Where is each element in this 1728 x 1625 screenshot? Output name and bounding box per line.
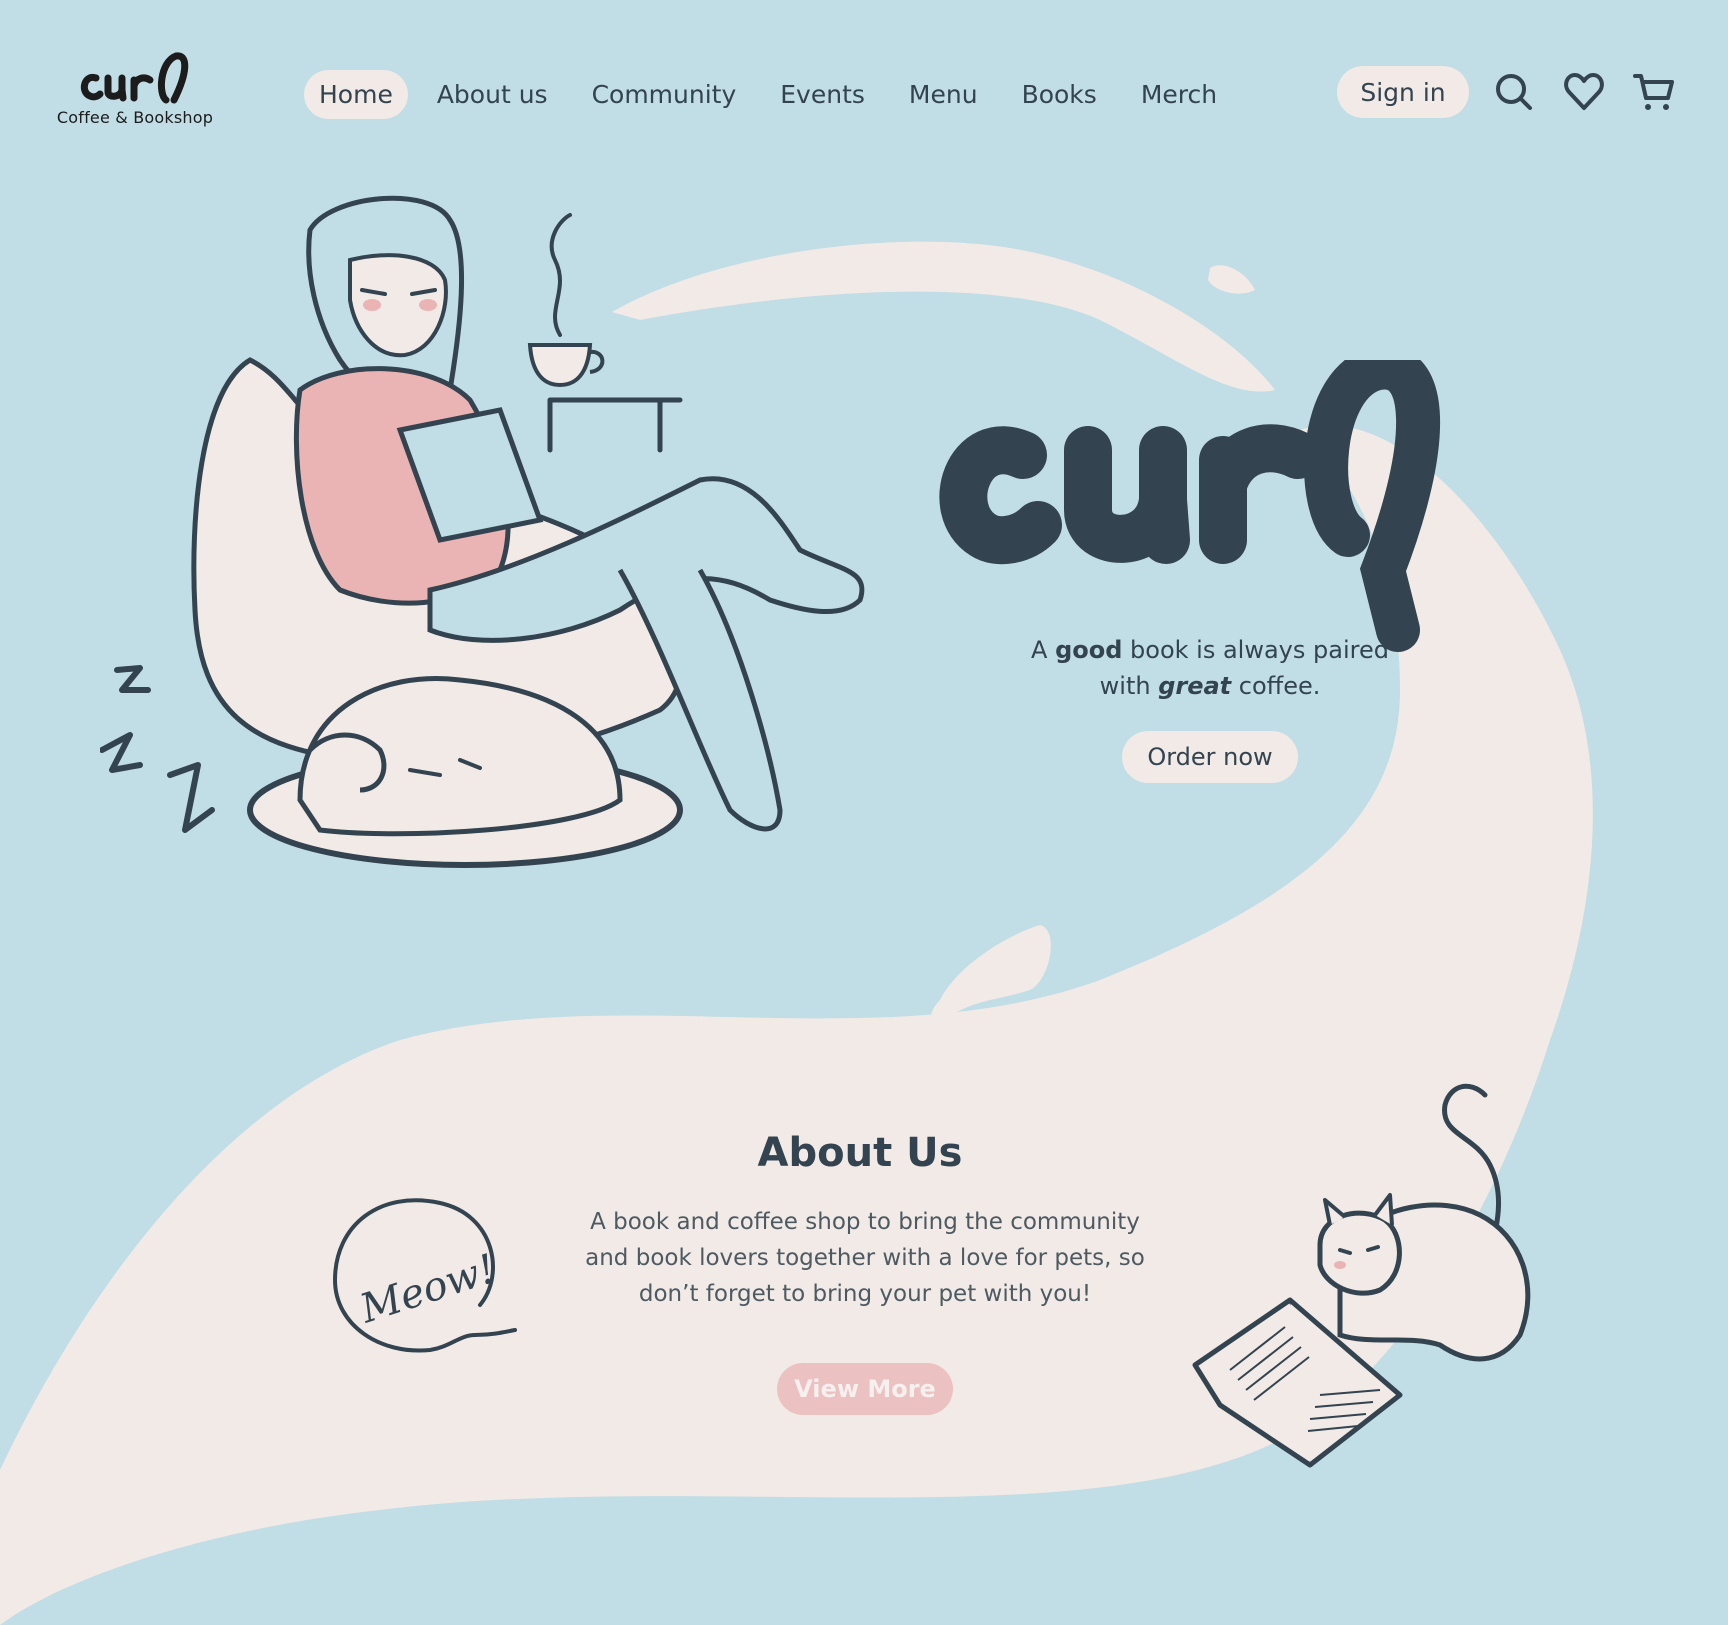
nav-item-about-us[interactable]: About us <box>422 70 563 119</box>
about-title: About Us <box>757 1130 963 1176</box>
hero-title <box>939 360 1441 652</box>
view-more-button[interactable]: View More <box>777 1363 953 1415</box>
brand-logo[interactable]: Coffee & Bookshop <box>55 48 215 127</box>
main-nav: Home About us Community Events Menu Book… <box>304 70 1232 119</box>
nav-item-books[interactable]: Books <box>1007 70 1112 119</box>
logo-wordmark <box>80 52 189 104</box>
cat-with-book-illustration <box>1192 1083 1531 1468</box>
search-button[interactable] <box>1492 70 1536 114</box>
nav-item-community[interactable]: Community <box>577 70 752 119</box>
cart-icon <box>1633 74 1674 110</box>
nav-item-home[interactable]: Home <box>304 70 408 119</box>
logo-subtitle: Coffee & Bookshop <box>56 108 214 127</box>
search-icon <box>1496 74 1532 110</box>
meow-sketch: Meow! <box>332 1198 517 1353</box>
meow-text: Meow! <box>354 1246 501 1333</box>
nav-item-merch[interactable]: Merch <box>1126 70 1232 119</box>
cart-button[interactable] <box>1632 70 1676 114</box>
sign-in-button[interactable]: Sign in <box>1337 66 1469 118</box>
about-description: A book and coffee shop to bring the comm… <box>585 1209 1145 1307</box>
nav-item-events[interactable]: Events <box>765 70 880 119</box>
reading-girl-illustration <box>100 195 865 868</box>
hero-tagline: A good book is always paired with great … <box>1031 636 1389 700</box>
order-now-button[interactable]: Order now <box>1122 731 1298 783</box>
wishlist-button[interactable] <box>1562 70 1606 114</box>
heart-icon <box>1564 73 1604 110</box>
nav-item-menu[interactable]: Menu <box>894 70 993 119</box>
